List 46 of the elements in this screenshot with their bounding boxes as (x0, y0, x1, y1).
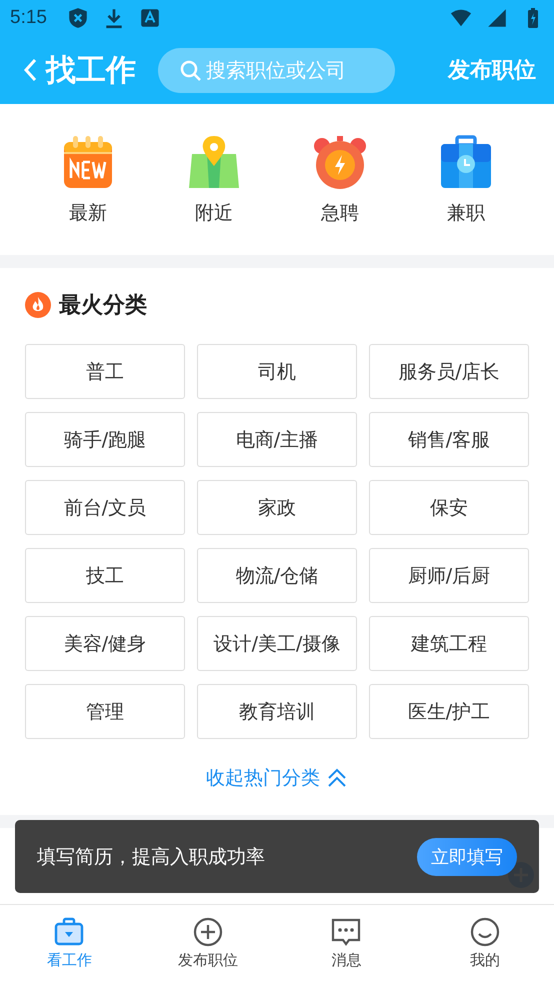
alarm-clock-icon[interactable] (313, 134, 367, 190)
category-button[interactable]: 物流/仓储 (197, 548, 357, 603)
category-button[interactable]: 教育培训 (197, 684, 357, 739)
category-button[interactable]: 技工 (25, 548, 185, 603)
wifi-icon (450, 7, 472, 29)
category-button[interactable]: 骑手/跑腿 (25, 412, 185, 467)
calendar-icon[interactable] (61, 134, 115, 190)
category-button[interactable]: 医生/护工 (369, 684, 529, 739)
category-button[interactable]: 普工 (25, 344, 185, 399)
quick-link-label[interactable]: 附近 (195, 200, 233, 226)
nav-tab[interactable]: 我的 (416, 905, 554, 984)
search-icon (180, 60, 202, 82)
back-icon[interactable] (22, 57, 38, 83)
font-icon (138, 7, 161, 29)
shield-icon (66, 7, 89, 29)
category-button[interactable]: 建筑工程 (369, 616, 529, 671)
category-button[interactable]: 管理 (25, 684, 185, 739)
quick-link-label[interactable]: 最新 (69, 200, 107, 226)
category-button[interactable]: 保安 (369, 480, 529, 535)
signal-icon (486, 7, 508, 29)
nav-tab[interactable]: 消息 (277, 905, 416, 984)
quick-link-label[interactable]: 兼职 (447, 200, 485, 226)
plus-circle-icon (192, 917, 223, 947)
briefcase-icon[interactable] (439, 134, 493, 190)
flame-icon (25, 292, 51, 318)
category-button[interactable]: 厨师/后厨 (369, 548, 529, 603)
category-button[interactable]: 设计/美工/摄像 (197, 616, 357, 671)
category-button[interactable]: 销售/客服 (369, 412, 529, 467)
category-button[interactable]: 前台/文员 (25, 480, 185, 535)
section-title: 最火分类 (59, 292, 147, 320)
double-chevron-up-icon (326, 767, 348, 789)
category-button[interactable]: 电商/主播 (197, 412, 357, 467)
toast-message: 填写简历，提高入职成功率 (37, 844, 265, 870)
quick-link-label[interactable]: 急聘 (321, 200, 359, 226)
page-title: 找工作 (46, 52, 136, 90)
map-pin-icon[interactable] (187, 134, 241, 190)
category-button[interactable]: 美容/健身 (25, 616, 185, 671)
briefcase-icon (54, 917, 84, 947)
chat-icon (331, 917, 362, 947)
category-button[interactable]: 家政 (197, 480, 357, 535)
category-button[interactable]: 服务员/店长 (369, 344, 529, 399)
smiley-icon (470, 917, 500, 947)
category-button[interactable]: 司机 (197, 344, 357, 399)
status-time: 5:15 (10, 7, 47, 29)
search-field[interactable]: 搜索职位或公司 (158, 48, 395, 92)
nav-tab[interactable]: 发布职位 (138, 905, 277, 984)
